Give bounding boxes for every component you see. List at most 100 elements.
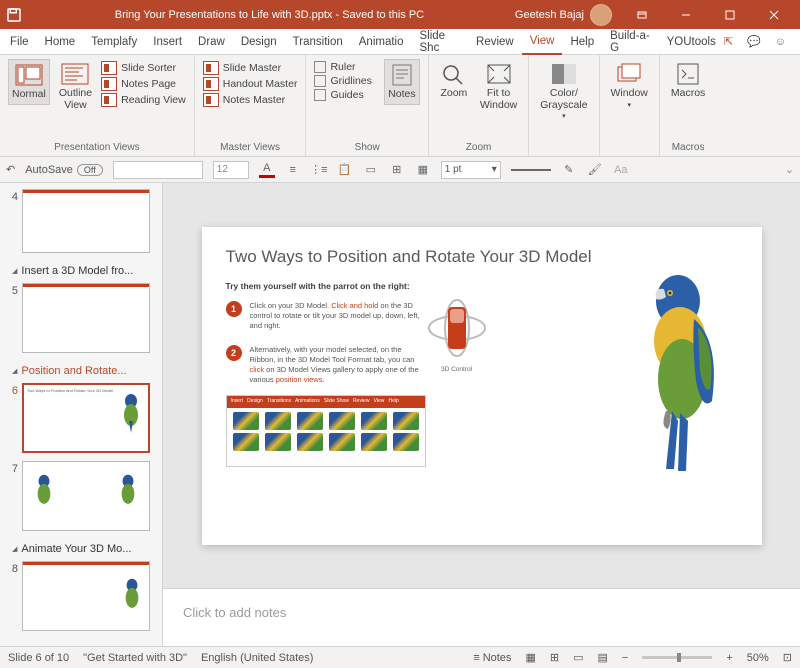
- slide-counter[interactable]: Slide 6 of 10: [8, 652, 69, 664]
- notes-toggle-label: Notes: [483, 652, 512, 664]
- slide-master-button[interactable]: Slide Master: [203, 61, 298, 75]
- zoom-group-label: Zoom: [437, 142, 520, 156]
- thumbnail-6[interactable]: Two Ways to Position and Rotate Your 3D …: [22, 383, 150, 453]
- comments-icon[interactable]: 💬: [747, 35, 761, 48]
- view-slideshow-icon[interactable]: ▤: [597, 651, 607, 664]
- editor-area: Two Ways to Position and Rotate Your 3D …: [163, 183, 800, 646]
- color-grayscale-button[interactable]: Color/ Grayscale▾: [537, 59, 590, 124]
- undo-icon[interactable]: ↶: [6, 163, 15, 176]
- zoom-button[interactable]: Zoom: [437, 59, 471, 103]
- shapes-icon[interactable]: ▭: [363, 162, 379, 178]
- tab-home[interactable]: Home: [37, 29, 84, 54]
- tab-build-a-graphic[interactable]: Build-a-G: [602, 29, 659, 54]
- user-area[interactable]: Geetesh Bajaj: [515, 4, 612, 26]
- ribbon-options-button[interactable]: [620, 0, 664, 29]
- window-title: Bring Your Presentations to Life with 3D…: [24, 9, 515, 21]
- autosave-state: Off: [77, 164, 103, 176]
- notes-pane[interactable]: Click to add notes: [163, 588, 800, 646]
- section-position-rotate[interactable]: Position and Rotate...: [2, 359, 160, 381]
- parrot-3d-model[interactable]: [616, 271, 736, 481]
- group-macros: Macros Macros: [660, 55, 716, 156]
- notes-master-button[interactable]: Notes Master: [203, 93, 298, 107]
- language-status[interactable]: English (United States): [201, 652, 314, 664]
- tab-youtools[interactable]: YOUtools: [659, 29, 724, 54]
- thumbnail-5[interactable]: [22, 283, 150, 353]
- change-case-icon[interactable]: Aa: [613, 162, 629, 178]
- arrange-icon[interactable]: ⊞: [389, 162, 405, 178]
- autosave-toggle[interactable]: AutoSave Off: [25, 164, 103, 176]
- font-picker[interactable]: [113, 161, 203, 179]
- notes-page-button[interactable]: Notes Page: [101, 77, 186, 91]
- thumbnail-8[interactable]: [22, 561, 150, 631]
- maximize-button[interactable]: [708, 0, 752, 29]
- tab-templafy[interactable]: Templafy: [83, 29, 145, 54]
- smiley-icon[interactable]: ☺: [775, 36, 786, 48]
- presentation-views-label: Presentation Views: [8, 142, 186, 156]
- zoom-in-button[interactable]: +: [726, 652, 732, 664]
- ribbon: Normal Outline View Slide Sorter Notes P…: [0, 55, 800, 157]
- tab-review[interactable]: Review: [468, 29, 522, 54]
- notes-toggle[interactable]: ≡ Notes: [473, 652, 511, 664]
- zoom-percent[interactable]: 50%: [747, 652, 769, 664]
- notes-button[interactable]: Notes: [384, 59, 420, 105]
- view-sorter-icon[interactable]: ⊞: [550, 651, 559, 664]
- slide-stage[interactable]: Two Ways to Position and Rotate Your 3D …: [163, 183, 800, 588]
- ruler-checkbox[interactable]: Ruler: [314, 61, 371, 73]
- window-button[interactable]: Window▾: [608, 59, 651, 112]
- tab-draw[interactable]: Draw: [190, 29, 233, 54]
- overflow-icon[interactable]: ⌄: [785, 163, 794, 176]
- step-2-number: 2: [226, 345, 242, 361]
- format-painter-icon[interactable]: 🖌: [587, 162, 603, 178]
- section-insert-3d[interactable]: Insert a 3D Model fro...: [2, 259, 160, 281]
- tab-insert[interactable]: Insert: [145, 29, 190, 54]
- tab-design[interactable]: Design: [233, 29, 285, 54]
- grid-icon[interactable]: ▦: [415, 162, 431, 178]
- align-icon[interactable]: ≡: [285, 162, 301, 178]
- thumbnail-4[interactable]: [22, 189, 150, 253]
- macros-group-label: Macros: [668, 142, 708, 156]
- gridlines-checkbox[interactable]: Gridlines: [314, 75, 371, 87]
- line-weight-picker[interactable]: 1 pt▾: [441, 161, 501, 179]
- fit-to-window-button[interactable]: Fit to Window: [477, 59, 520, 114]
- notes-label: Notes: [388, 89, 415, 101]
- section-animate-3d[interactable]: Animate Your 3D Mo...: [2, 537, 160, 559]
- tab-file[interactable]: File: [2, 29, 37, 54]
- normal-view-button[interactable]: Normal: [8, 59, 50, 105]
- paste-icon[interactable]: 📋: [337, 162, 353, 178]
- title-bar: Bring Your Presentations to Life with 3D…: [0, 0, 800, 29]
- thumbnail-7[interactable]: [22, 461, 150, 531]
- save-icon[interactable]: [4, 6, 24, 24]
- fit-slide-icon[interactable]: ⊡: [783, 651, 792, 664]
- slide-sorter-label: Slide Sorter: [121, 62, 176, 74]
- font-size-picker[interactable]: 12: [213, 161, 249, 179]
- reading-view-button[interactable]: Reading View: [101, 93, 186, 107]
- tab-animations[interactable]: Animatio: [351, 29, 412, 54]
- ruler-label: Ruler: [330, 61, 355, 73]
- zoom-slider[interactable]: [642, 656, 712, 659]
- close-button[interactable]: [752, 0, 796, 29]
- avatar[interactable]: [590, 4, 612, 26]
- view-reading-icon[interactable]: ▭: [573, 651, 583, 664]
- font-color-icon[interactable]: A: [259, 162, 275, 178]
- outline-view-button[interactable]: Outline View: [56, 59, 95, 114]
- fit-label: Fit to Window: [480, 88, 517, 111]
- outline-label: Outline View: [59, 88, 92, 111]
- tab-slideshow[interactable]: Slide Shc: [412, 29, 469, 54]
- eyedropper-icon[interactable]: ✎: [561, 162, 577, 178]
- tab-view[interactable]: View: [522, 29, 563, 55]
- tab-help[interactable]: Help: [562, 29, 602, 54]
- slide-canvas[interactable]: Two Ways to Position and Rotate Your 3D …: [202, 227, 762, 545]
- share-icon[interactable]: ⇱: [724, 35, 733, 48]
- bullets-icon[interactable]: ⋮≡: [311, 162, 327, 178]
- ribbon-tabs: File Home Templafy Insert Draw Design Tr…: [0, 29, 800, 55]
- tab-transitions[interactable]: Transition: [285, 29, 351, 54]
- zoom-out-button[interactable]: −: [622, 652, 628, 664]
- view-normal-icon[interactable]: ▦: [525, 651, 535, 664]
- handout-master-button[interactable]: Handout Master: [203, 77, 298, 91]
- macros-button[interactable]: Macros: [668, 59, 708, 103]
- guides-checkbox[interactable]: Guides: [314, 89, 371, 101]
- slide-sorter-button[interactable]: Slide Sorter: [101, 61, 186, 75]
- section-name[interactable]: "Get Started with 3D": [83, 652, 187, 664]
- slide-thumbnails-panel[interactable]: 4 Insert a 3D Model fro... 5 Position an…: [0, 183, 163, 646]
- minimize-button[interactable]: [664, 0, 708, 29]
